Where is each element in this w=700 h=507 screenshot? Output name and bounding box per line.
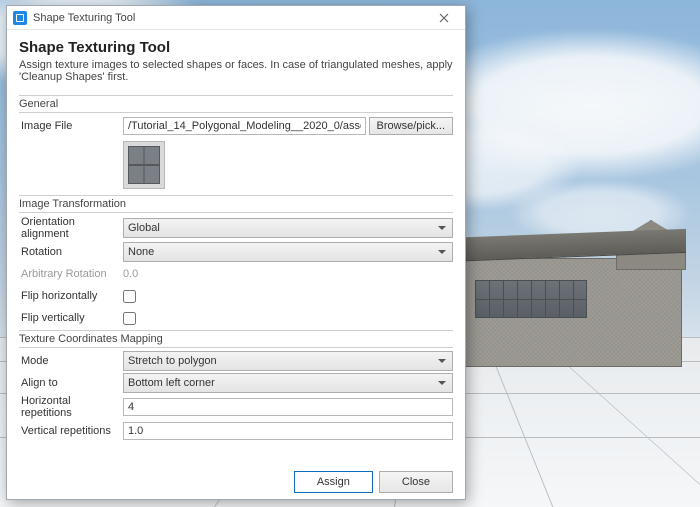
label-flip-h: Flip horizontally <box>19 290 123 302</box>
arb-rotation-value: 0.0 <box>123 268 138 280</box>
mode-select[interactable]: Stretch to polygon <box>123 351 453 371</box>
label-v-reps: Vertical repetitions <box>19 425 123 437</box>
rotation-select[interactable]: None <box>123 242 453 262</box>
browse-button[interactable]: Browse/pick... <box>369 117 453 135</box>
group-tex-coords: Texture Coordinates Mapping <box>19 330 453 348</box>
label-align-to: Align to <box>19 377 123 389</box>
building-model <box>457 222 682 367</box>
orientation-select[interactable]: Global <box>123 218 453 238</box>
window-row <box>475 280 587 318</box>
page-title: Shape Texturing Tool <box>19 39 453 56</box>
h-reps-field[interactable] <box>123 398 453 416</box>
dialog-footer: Assign Close <box>19 465 453 493</box>
group-image-transform: Image Transformation <box>19 195 453 213</box>
flip-vertical-checkbox[interactable] <box>123 312 136 325</box>
v-reps-field[interactable] <box>123 422 453 440</box>
close-button[interactable]: Close <box>379 471 453 493</box>
image-file-field[interactable] <box>123 117 366 135</box>
flip-horizontal-checkbox[interactable] <box>123 290 136 303</box>
label-orientation: Orientation alignment <box>19 216 123 240</box>
shape-texturing-dialog: Shape Texturing Tool Shape Texturing Too… <box>6 5 466 500</box>
label-arb-rotation: Arbitrary Rotation <box>19 268 123 280</box>
page-subtitle: Assign texture images to selected shapes… <box>19 59 453 83</box>
align-to-select[interactable]: Bottom left corner <box>123 373 453 393</box>
label-rotation: Rotation <box>19 246 123 258</box>
dialog-titlebar[interactable]: Shape Texturing Tool <box>7 6 465 30</box>
assign-button[interactable]: Assign <box>294 471 373 493</box>
close-icon[interactable] <box>429 6 459 29</box>
app-icon <box>13 11 27 25</box>
label-flip-v: Flip vertically <box>19 312 123 324</box>
label-image-file: Image File <box>19 120 123 132</box>
label-h-reps: Horizontal repetitions <box>19 395 123 419</box>
label-mode: Mode <box>19 355 123 367</box>
dialog-title: Shape Texturing Tool <box>33 12 423 24</box>
group-general: General <box>19 95 453 113</box>
texture-thumbnail <box>123 141 165 189</box>
